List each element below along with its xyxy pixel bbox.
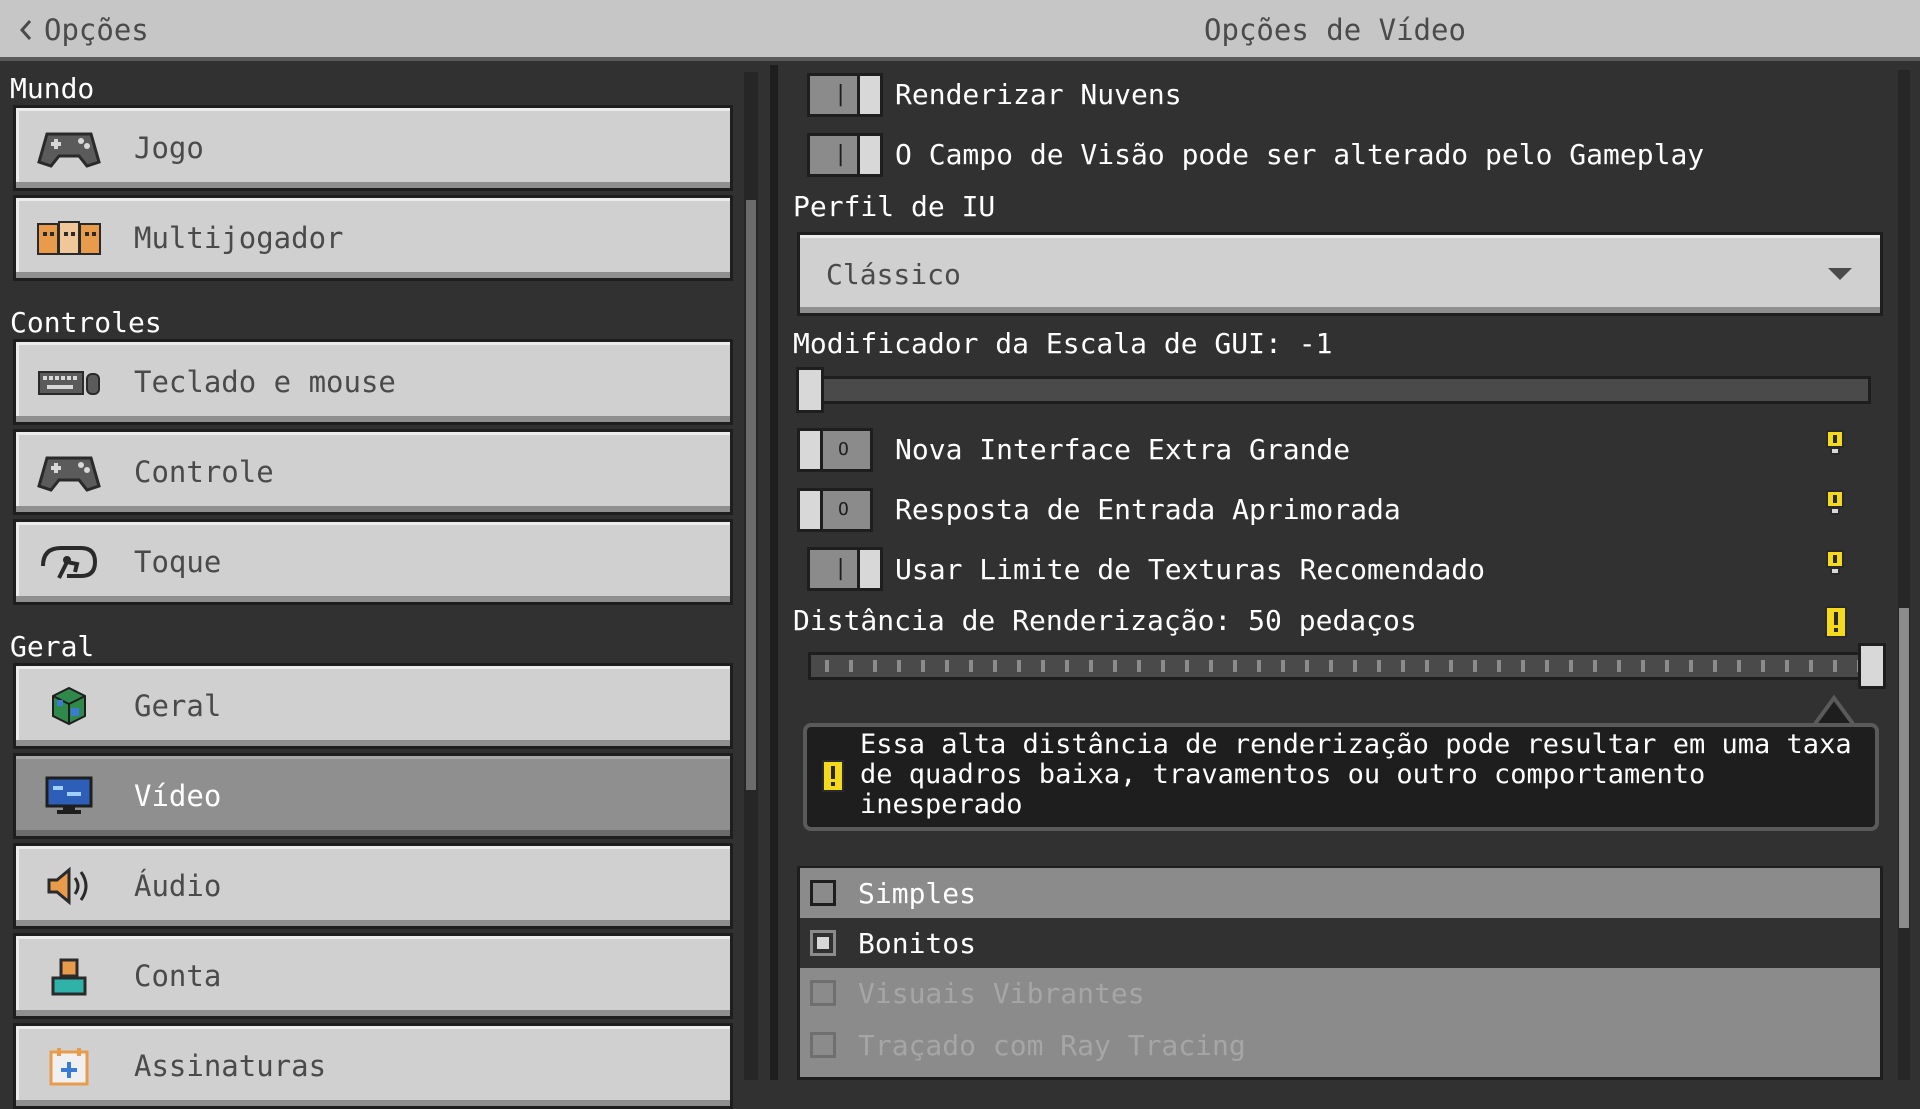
toggle-off-mark: O: [838, 439, 849, 460]
keyboard-mouse-icon: [36, 357, 102, 407]
info-icon[interactable]: [1824, 489, 1846, 517]
sidebar-item-label: Jogo: [134, 131, 204, 165]
toggle-on-mark: |: [834, 142, 848, 167]
back-button[interactable]: Opções: [18, 8, 149, 52]
players-icon: [36, 213, 102, 263]
sidebar-item-label: Assinaturas: [134, 1049, 327, 1083]
subscriptions-icon: [36, 1041, 102, 1091]
render-distance-slider-track[interactable]: [808, 652, 1871, 680]
radio-box: [810, 880, 836, 906]
toggle-knob: [797, 428, 823, 472]
render-clouds-toggle[interactable]: |: [807, 73, 883, 117]
graphics-mode-label: Bonitos: [858, 926, 977, 960]
sidebar-item-multijogador[interactable]: Multijogador: [13, 195, 733, 281]
sidebar-item-video[interactable]: Vídeo: [13, 753, 733, 839]
section-title-controles: Controles: [10, 305, 162, 339]
radio-fill: [817, 937, 829, 949]
section-title-geral: Geral: [10, 629, 95, 663]
sidebar-item-label: Vídeo: [134, 779, 222, 813]
graphics-mode-visuais-vibrantes: Visuais Vibrantes: [800, 968, 1880, 1018]
extra-large-ui-label: Nova Interface Extra Grande: [895, 433, 1351, 466]
settings-scrollbar-thumb[interactable]: [1899, 608, 1909, 928]
warning-text: Essa alta distância de renderização pode…: [860, 729, 1852, 820]
speaker-icon: [36, 861, 102, 911]
ui-profile-label: Perfil de IU: [793, 190, 996, 223]
graphics-mode-bonitos[interactable]: Bonitos: [800, 918, 1880, 968]
sidebar-item-label: Controle: [134, 455, 274, 489]
ui-profile-dropdown[interactable]: Clássico: [797, 232, 1883, 316]
ui-profile-value: Clássico: [826, 257, 961, 291]
controller-icon: [36, 447, 102, 497]
warning-icon: [822, 760, 844, 792]
sidebar-item-label: Teclado e mouse: [134, 365, 396, 399]
toggle-on-mark: |: [834, 82, 848, 107]
toggle-knob: [797, 488, 823, 532]
sidebar-item-conta[interactable]: Conta: [13, 933, 733, 1019]
touch-icon: [36, 537, 102, 587]
texture-limit-toggle[interactable]: |: [807, 547, 883, 591]
input-response-toggle[interactable]: O: [797, 488, 873, 532]
render-distance-ticks: [825, 660, 1861, 672]
graphics-mode-ray-tracing: Traçado com Ray Tracing: [800, 1020, 1880, 1070]
toggle-knob: [857, 547, 883, 591]
warning-icon: [1825, 606, 1847, 638]
render-clouds-label: Renderizar Nuvens: [895, 78, 1182, 111]
fov-gameplay-label: O Campo de Visão pode ser alterado pelo …: [895, 138, 1705, 171]
fov-gameplay-toggle[interactable]: |: [807, 133, 883, 177]
extra-large-ui-toggle[interactable]: O: [797, 428, 873, 472]
globe-icon: [36, 681, 102, 731]
graphics-mode-label: Traçado com Ray Tracing: [858, 1028, 1246, 1062]
gui-scale-slider-track[interactable]: [798, 376, 1871, 404]
chevron-left-icon: [19, 20, 32, 40]
sidebar-item-label: Conta: [134, 959, 222, 993]
gui-scale-slider-knob[interactable]: [796, 367, 824, 413]
page-title: Opções de Vídeo: [1204, 13, 1466, 47]
graphics-mode-label: Visuais Vibrantes: [858, 976, 1145, 1010]
slider-tick-marks: [825, 660, 1861, 672]
sidebar-item-toque[interactable]: Toque: [13, 519, 733, 605]
radio-box-disabled: [810, 1032, 836, 1058]
info-icon[interactable]: [1824, 549, 1846, 577]
texture-limit-label: Usar Limite de Texturas Recomendado: [895, 553, 1486, 586]
sidebar-item-assinaturas[interactable]: Assinaturas: [13, 1023, 733, 1109]
account-icon: [36, 951, 102, 1001]
sidebar-item-geral[interactable]: Geral: [13, 663, 733, 749]
gamepad-icon: [36, 123, 102, 173]
graphics-mode-simples[interactable]: Simples: [800, 868, 1880, 918]
input-response-label: Resposta de Entrada Aprimorada: [895, 493, 1401, 526]
radio-box-selected: [810, 930, 836, 956]
section-title-mundo: Mundo: [10, 71, 95, 105]
chevron-down-icon: [1828, 268, 1852, 280]
settings-scrollbar-track[interactable]: [1898, 70, 1910, 1080]
info-icon[interactable]: [1824, 429, 1846, 457]
toggle-knob: [857, 133, 883, 177]
sidebar-item-controle[interactable]: Controle: [13, 429, 733, 515]
sidebar-item-jogo[interactable]: Jogo: [13, 105, 733, 191]
sidebar-item-label: Multijogador: [134, 221, 344, 255]
sidebar-item-teclado-e-mouse[interactable]: Teclado e mouse: [13, 339, 733, 425]
sidebar-item-label: Toque: [134, 545, 222, 579]
radio-box-disabled: [810, 980, 836, 1006]
sidebar-scrollbar-thumb[interactable]: [746, 200, 756, 790]
monitor-icon: [36, 771, 102, 821]
sidebar-item-label: Áudio: [134, 869, 222, 903]
gui-scale-label: Modificador da Escala de GUI: -1: [793, 327, 1333, 360]
toggle-knob: [857, 73, 883, 117]
sidebar-item-label: Geral: [134, 689, 222, 723]
graphics-mode-label: Simples: [858, 876, 977, 910]
sidebar-item-audio[interactable]: Áudio: [13, 843, 733, 929]
panel-divider: [770, 65, 778, 1080]
toggle-on-mark: |: [834, 556, 848, 581]
render-distance-label: Distância de Renderização: 50 pedaços: [793, 604, 1417, 637]
render-distance-slider-knob[interactable]: [1858, 643, 1886, 689]
toggle-off-mark: O: [838, 499, 849, 520]
back-label: Opções: [44, 13, 149, 47]
